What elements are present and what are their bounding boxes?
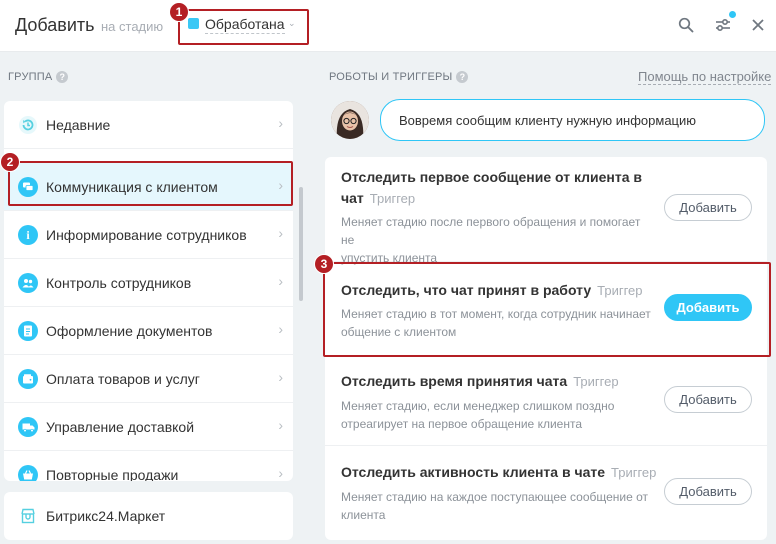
group-label: Недавние — [46, 117, 111, 133]
highlight-box-trigger — [323, 262, 771, 357]
group-label: Оплата товаров и услуг — [46, 371, 200, 387]
add-trigger-button[interactable]: Добавить — [664, 386, 752, 413]
trigger-title-line: Отследить активность клиента в чате — [341, 464, 606, 480]
step-marker: 1 — [169, 2, 189, 22]
trigger-description: Меняет стадию, если менеджер слишком поз… — [341, 397, 651, 433]
step-marker: 2 — [0, 152, 20, 172]
group-item-repeat-sales[interactable]: Повторные продажи › — [4, 451, 293, 481]
notification-dot — [729, 11, 736, 18]
trigger-title: Отследить активность клиента в чате Тригг… — [341, 462, 656, 483]
users-icon — [18, 273, 38, 293]
basket-icon — [18, 465, 38, 481]
group-item-employee-control[interactable]: Контроль сотрудников › — [4, 259, 293, 307]
add-trigger-button[interactable]: Добавить — [664, 194, 752, 221]
group-section-title: ГРУППА — [8, 71, 53, 83]
scrollbar[interactable] — [299, 187, 303, 301]
highlight-box-group — [8, 161, 293, 206]
group-item-payments[interactable]: Оплата товаров и услуг › — [4, 355, 293, 403]
info-icon: i — [18, 225, 38, 245]
group-label: Повторные продажи — [46, 467, 179, 481]
trigger-tag: Триггер — [573, 374, 619, 389]
market-label: Битрикс24.Маркет — [46, 508, 166, 524]
help-icon[interactable]: ? — [456, 71, 469, 83]
chevron-right-icon: › — [278, 465, 283, 481]
group-label: Информирование сотрудников — [46, 227, 247, 243]
stage-prefix: на стадию — [101, 19, 164, 34]
trigger-desc-line: клиента — [341, 508, 386, 522]
add-trigger-button[interactable]: Добавить — [664, 478, 752, 505]
chevron-right-icon: › — [278, 273, 283, 289]
chevron-right-icon: › — [278, 369, 283, 385]
trigger-title-line: Отследить время принятия чата — [341, 373, 568, 389]
trigger-desc-line: Меняет стадию после первого обращения и … — [341, 215, 641, 247]
trigger-title-line: чат — [341, 190, 364, 206]
robots-section-title: РОБОТЫ И ТРИГГЕРЫ — [329, 71, 453, 83]
assistant-message: Вовремя сообщим клиенту нужную информаци… — [380, 99, 765, 141]
setup-help-link[interactable]: Помощь по настройке — [638, 69, 772, 85]
page-title: Добавить — [15, 15, 95, 35]
market-icon — [18, 506, 38, 526]
trigger-card: Отследить активность клиента в чате Тригг… — [325, 446, 767, 540]
group-item-delivery[interactable]: Управление доставкой › — [4, 403, 293, 451]
document-icon — [18, 321, 38, 341]
assistant-avatar — [331, 101, 369, 139]
chevron-right-icon: › — [278, 417, 283, 433]
trigger-desc-line: отреагирует на первое обращение клиента — [341, 417, 582, 431]
close-icon[interactable] — [747, 14, 769, 36]
trigger-desc-line: Меняет стадию, если менеджер слишком поз… — [341, 399, 615, 413]
help-icon[interactable]: ? — [56, 71, 69, 83]
wallet-icon — [18, 369, 38, 389]
trigger-tag: Триггер — [369, 191, 416, 206]
step-marker: 3 — [314, 254, 334, 274]
group-item-employee-info[interactable]: i Информирование сотрудников › — [4, 211, 293, 259]
filter-settings-icon[interactable] — [712, 11, 736, 36]
group-item-recent[interactable]: Недавние › — [4, 101, 293, 149]
group-label: Оформление документов — [46, 323, 213, 339]
trigger-title: Отследить время принятия чата Триггер — [341, 371, 619, 392]
chevron-right-icon: › — [278, 321, 283, 337]
highlight-box-stage — [178, 9, 309, 45]
trigger-desc-line: Меняет стадию на каждое поступающее сооб… — [341, 490, 649, 504]
trigger-description: Меняет стадию после первого обращения и … — [341, 213, 651, 267]
robots-section-label: РОБОТЫ И ТРИГГЕРЫ? — [329, 71, 469, 83]
market-item[interactable]: Битрикс24.Маркет — [4, 492, 293, 540]
group-label: Управление доставкой — [46, 419, 195, 435]
trigger-title: Отследить первое сообщение от клиента в … — [341, 167, 642, 209]
trigger-tag: Триггер — [611, 465, 657, 480]
trigger-card: Отследить первое сообщение от клиента в … — [325, 157, 767, 265]
group-list: Недавние › Коммуникация с клиентом › i И… — [4, 101, 293, 481]
search-icon[interactable] — [675, 14, 697, 36]
trigger-title-line: Отследить первое сообщение от клиента в — [341, 169, 643, 185]
chevron-right-icon: › — [278, 115, 283, 131]
trigger-card: Отследить время принятия чата Триггер Мен… — [325, 357, 767, 446]
recent-icon — [18, 115, 38, 135]
trigger-description: Меняет стадию на каждое поступающее сооб… — [341, 488, 651, 524]
group-item-documents[interactable]: Оформление документов › — [4, 307, 293, 355]
group-label: Контроль сотрудников — [46, 275, 192, 291]
group-section-label: ГРУППА? — [8, 71, 69, 83]
truck-icon — [18, 417, 38, 437]
header: Добавить на стадию Обработана ⌄ — [0, 0, 776, 52]
chevron-right-icon: › — [278, 225, 283, 241]
